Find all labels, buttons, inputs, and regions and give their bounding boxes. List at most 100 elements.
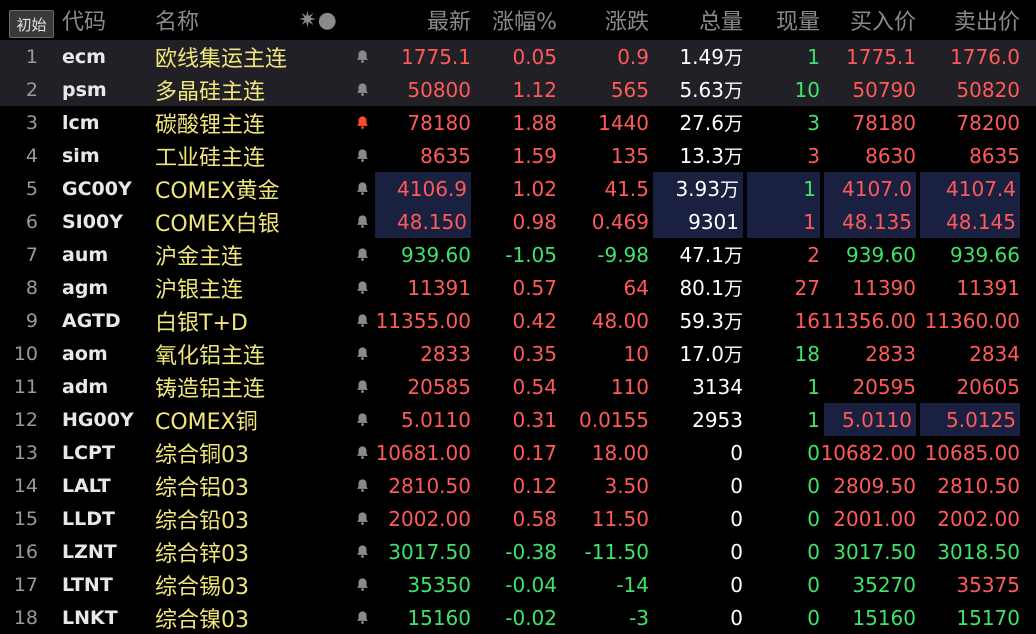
table-row[interactable]: 15 LLDT 综合铅03 2002.00 0.58 11.50 0 0 2001.00 2002… <box>0 502 1036 535</box>
row-index: 13 <box>13 441 38 464</box>
row-cur: 0 <box>807 506 820 531</box>
row-ask: 35375 <box>956 572 1020 597</box>
row-code: SI00Y <box>62 210 123 233</box>
row-last: 1775.1 <box>401 44 471 69</box>
bell-icon[interactable] <box>354 205 370 238</box>
table-row[interactable]: 4 sim 工业硅主连 8635 1.59 135 13.3 万 3 8630 8635 <box>0 139 1036 172</box>
bell-icon[interactable] <box>354 436 370 469</box>
row-chg: -11.50 <box>584 539 649 564</box>
row-bid: 11356.00 <box>820 308 916 333</box>
table-row[interactable]: 6 SI00Y COMEX白银 48.150 0.98 0.469 9301 1 48.135 4… <box>0 205 1036 238</box>
table-row[interactable]: 12 HG00Y COMEX铜 5.0110 0.31 0.0155 2953 1 5.0110… <box>0 403 1036 436</box>
table-row[interactable]: 2 psm 多晶硅主连 50800 1.12 565 5.63 万 10 50790 50820 <box>0 73 1036 106</box>
row-cur: 0 <box>807 605 820 630</box>
table-row[interactable]: 9 AGTD 白银T+D 11355.00 0.42 48.00 59.3 万 16 11356.… <box>0 304 1036 337</box>
tab-initial[interactable]: 初始 <box>9 10 54 38</box>
bell-icon[interactable] <box>354 337 370 370</box>
row-name: COMEX铜 <box>155 409 258 435</box>
col-header-vol[interactable]: 总量 <box>653 0 743 40</box>
row-cur: 27 <box>794 275 820 300</box>
row-code: LLDT <box>62 507 115 530</box>
bell-icon[interactable] <box>354 73 370 106</box>
bell-icon[interactable] <box>354 271 370 304</box>
row-index: 8 <box>25 276 38 299</box>
bell-icon[interactable] <box>354 403 370 436</box>
col-header-pct[interactable]: 涨幅% <box>475 0 557 40</box>
row-ask: 48.145 <box>920 205 1020 238</box>
row-chg: 565 <box>610 77 649 102</box>
col-header-name[interactable]: 名称 <box>155 0 199 40</box>
settings-icon[interactable]: ✷● <box>298 0 337 40</box>
table-row[interactable]: 7 aum 沪金主连 939.60 -1.05 -9.98 47.1 万 2 939.60 939.… <box>0 238 1036 271</box>
bell-icon[interactable] <box>354 304 370 337</box>
table-row[interactable]: 13 LCPT 综合铜03 10681.00 0.17 18.00 0 0 10682.00 10… <box>0 436 1036 469</box>
row-index: 1 <box>25 45 38 68</box>
row-cur: 16 <box>794 308 820 333</box>
row-index: 14 <box>13 474 38 497</box>
row-name: 综合铜03 <box>155 442 249 468</box>
table-row[interactable]: 14 LALT 综合铝03 2810.50 0.12 3.50 0 0 2809.50 2810.… <box>0 469 1036 502</box>
table-row[interactable]: 18 LNKT 综合镍03 15160 -0.02 -3 0 0 15160 15170 <box>0 601 1036 634</box>
table-row[interactable]: 8 agm 沪银主连 11391 0.57 64 80.1 万 27 11390 11391 <box>0 271 1036 304</box>
table-row[interactable]: 3 lcm 碳酸锂主连 78180 1.88 1440 27.6 万 3 78180 78200 <box>0 106 1036 139</box>
row-vol: 59.3 万 <box>679 308 743 334</box>
row-vol: 13.3 万 <box>679 143 743 169</box>
row-chg: 0.0155 <box>579 407 649 432</box>
row-chg: 3.50 <box>604 473 649 498</box>
row-last: 4106.9 <box>375 172 471 205</box>
row-ask: 20605 <box>956 374 1020 399</box>
row-bid: 11390 <box>852 275 916 300</box>
row-code: AGTD <box>62 309 121 332</box>
row-index: 10 <box>13 342 38 365</box>
bell-icon[interactable] <box>354 568 370 601</box>
row-code: agm <box>62 276 109 299</box>
bell-icon[interactable] <box>354 469 370 502</box>
col-header-last[interactable]: 最新 <box>380 0 471 40</box>
row-last: 11391 <box>407 275 471 300</box>
row-cur: 0 <box>807 440 820 465</box>
row-vol: 0 <box>730 440 743 465</box>
row-vol: 0 <box>730 539 743 564</box>
row-vol: 17.0 万 <box>679 341 743 367</box>
row-chg: 18.00 <box>591 440 649 465</box>
bell-icon[interactable] <box>354 502 370 535</box>
col-header-cur[interactable]: 现量 <box>747 0 820 40</box>
row-ask: 11360.00 <box>924 308 1020 333</box>
row-name: 综合铅03 <box>155 508 249 534</box>
col-header-chg[interactable]: 涨跌 <box>560 0 649 40</box>
table-row[interactable]: 11 adm 铸造铝主连 20585 0.54 110 3134 1 20595 20605 <box>0 370 1036 403</box>
col-header-bid[interactable]: 买入价 <box>824 0 916 40</box>
table-row[interactable]: 5 GC00Y COMEX黄金 4106.9 1.02 41.5 3.93 万 1 4107.0 4… <box>0 172 1036 205</box>
row-index: 15 <box>13 507 38 530</box>
col-header-code[interactable]: 代码 <box>62 0 106 40</box>
row-chg: 135 <box>610 143 649 168</box>
bell-icon[interactable] <box>354 535 370 568</box>
row-index: 18 <box>13 606 38 629</box>
row-bid: 5.0110 <box>824 403 916 436</box>
bell-icon[interactable] <box>354 172 370 205</box>
bell-icon[interactable] <box>354 238 370 271</box>
row-last: 2002.00 <box>388 506 471 531</box>
bell-icon[interactable] <box>354 139 370 172</box>
table-row[interactable]: 1 ecm 欧线集运主连 1775.1 0.05 0.9 1.49 万 1 1775.1 1776.… <box>0 40 1036 73</box>
row-ask: 4107.4 <box>920 172 1020 205</box>
row-pct: 0.58 <box>512 506 557 531</box>
row-bid: 20595 <box>852 374 916 399</box>
row-chg: 0.9 <box>617 44 649 69</box>
bell-icon[interactable] <box>354 601 370 634</box>
bell-icon[interactable] <box>354 370 370 403</box>
row-ask: 2002.00 <box>937 506 1020 531</box>
bell-icon[interactable] <box>354 106 370 139</box>
table-row[interactable]: 16 LZNT 综合锌03 3017.50 -0.38 -11.50 0 0 3017.50 30… <box>0 535 1036 568</box>
row-vol: 0 <box>730 572 743 597</box>
row-chg: -14 <box>616 572 649 597</box>
row-bid: 35270 <box>852 572 916 597</box>
bell-icon[interactable] <box>354 40 370 73</box>
row-ask: 11391 <box>956 275 1020 300</box>
row-pct: 0.54 <box>512 374 557 399</box>
table-row[interactable]: 17 LTNT 综合锡03 35350 -0.04 -14 0 0 35270 35375 <box>0 568 1036 601</box>
col-header-ask[interactable]: 卖出价 <box>920 0 1020 40</box>
row-index: 9 <box>25 309 38 332</box>
table-row[interactable]: 10 aom 氧化铝主连 2833 0.35 10 17.0 万 18 2833 2834 <box>0 337 1036 370</box>
row-pct: 0.12 <box>512 473 557 498</box>
